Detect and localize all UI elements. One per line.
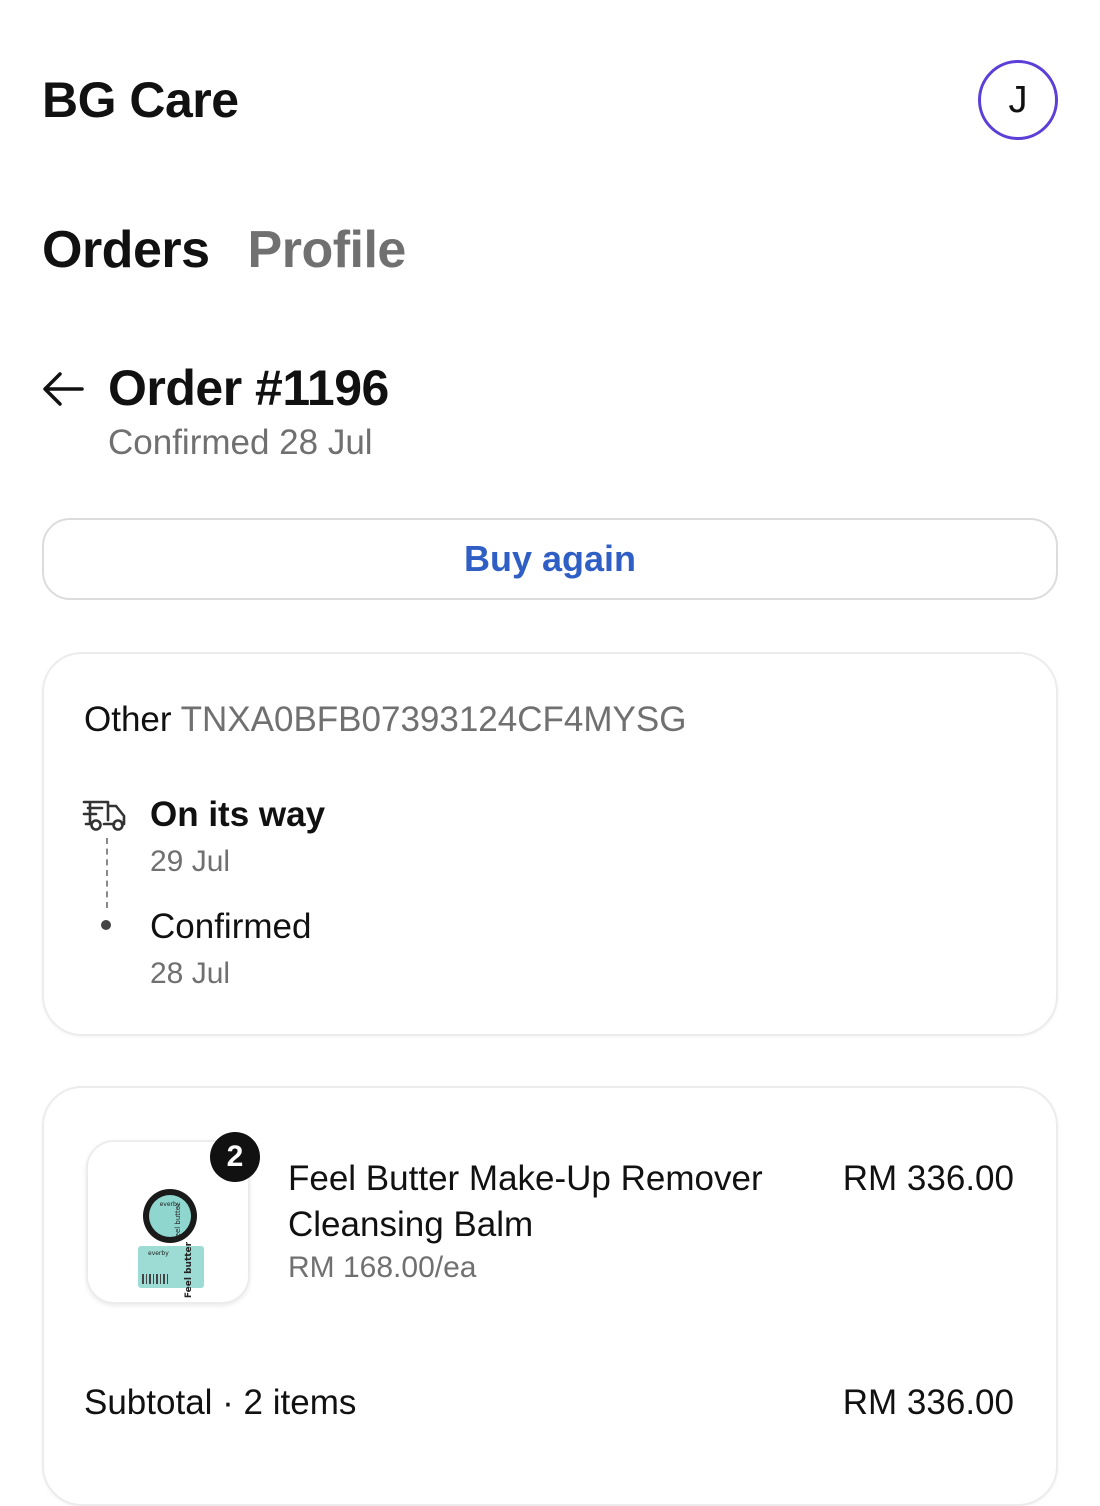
order-title: Order #1196	[108, 360, 389, 416]
arrow-left-icon[interactable]	[40, 366, 86, 412]
order-items-card: everby Feel butter everby Feel butter 2 …	[42, 1086, 1058, 1506]
buy-again-button[interactable]: Buy again	[42, 518, 1058, 600]
order-status-subtitle: Confirmed 28 Jul	[108, 423, 373, 462]
product-unit-price: RM 168.00/ea	[288, 1251, 477, 1284]
shop-title: BG Care	[42, 72, 239, 128]
subtotal-label: Subtotal · 2 items	[84, 1383, 357, 1422]
image-product-text-box: Feel butter	[184, 1241, 194, 1298]
main-nav: Orders Profile	[42, 222, 406, 278]
quantity-badge: 2	[210, 1132, 260, 1182]
step-title-on-its-way: On its way	[150, 795, 326, 834]
user-avatar[interactable]: J	[978, 60, 1058, 140]
step-date-on-its-way: 29 Jul	[150, 845, 231, 878]
step-title-confirmed: Confirmed	[150, 907, 312, 946]
tab-orders[interactable]: Orders	[42, 222, 210, 278]
step-date-confirmed: 28 Jul	[150, 957, 231, 990]
timeline-dot	[101, 920, 111, 930]
product-name[interactable]: Feel Butter Make-Up Remover Cleansing Ba…	[288, 1156, 808, 1248]
carrier-name: Other	[84, 700, 172, 739]
subtotal-value: RM 336.00	[842, 1383, 1014, 1422]
image-brand-text-box: everby	[148, 1250, 169, 1257]
tracking-info: Other TNXA0BFB07393124CF4MYSG	[84, 700, 686, 740]
truck-icon	[82, 800, 126, 831]
tracking-number[interactable]: TNXA0BFB07393124CF4MYSG	[181, 700, 687, 739]
tracking-card: Other TNXA0BFB07393124CF4MYSG On its way…	[42, 652, 1058, 1036]
timeline-connector	[106, 838, 108, 908]
image-product-text-lid: Feel butter	[174, 1203, 182, 1241]
tab-profile[interactable]: Profile	[248, 222, 407, 278]
product-total-price: RM 336.00	[842, 1159, 1014, 1198]
